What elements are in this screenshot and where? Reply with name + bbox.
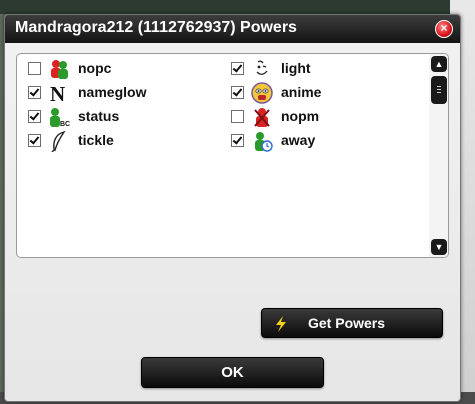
- power-item-anime[interactable]: anime: [231, 82, 431, 104]
- dialog-titlebar: Mandragora212 (1112762937) Powers ×: [5, 15, 460, 43]
- anime-face-icon: [251, 82, 273, 104]
- user-abc-icon: BC: [50, 108, 70, 128]
- powers-list: nopc N nameglow BC status tickle light a…: [16, 53, 449, 258]
- blocked-user-icon: [254, 108, 270, 127]
- ok-label: OK: [221, 364, 244, 381]
- dialog-title: Mandragora212 (1112762937) Powers: [15, 19, 297, 36]
- power-checkbox-nopc[interactable]: [28, 62, 41, 75]
- close-icon: ×: [440, 21, 448, 35]
- power-item-away[interactable]: away: [231, 130, 431, 152]
- power-checkbox-away[interactable]: [231, 134, 244, 147]
- power-item-nameglow[interactable]: N nameglow: [28, 82, 228, 104]
- power-label-tickle: tickle: [78, 132, 114, 148]
- power-checkbox-light[interactable]: [231, 62, 244, 75]
- get-powers-label: Get Powers: [308, 315, 386, 331]
- power-label-light: light: [281, 60, 311, 76]
- winking-face-icon: [256, 60, 268, 75]
- power-item-tickle[interactable]: tickle: [28, 130, 228, 152]
- background-app-top: [0, 0, 475, 14]
- power-item-status[interactable]: BC status: [28, 106, 228, 128]
- user-clock-icon: [255, 132, 273, 152]
- power-label-status: status: [78, 108, 120, 124]
- power-checkbox-tickle[interactable]: [28, 134, 41, 147]
- power-label-away: away: [281, 132, 316, 148]
- power-label-anime: anime: [281, 84, 322, 100]
- get-powers-button[interactable]: Get Powers: [261, 308, 443, 338]
- scroll-down-button[interactable]: ▼: [431, 239, 447, 255]
- power-label-nopc: nopc: [78, 60, 112, 76]
- close-button[interactable]: ×: [435, 20, 453, 38]
- feather-icon: [51, 130, 66, 152]
- list-scrollbar[interactable]: ▲ ▼: [429, 54, 448, 257]
- power-label-nopm: nopm: [281, 108, 320, 124]
- power-label-nameglow: nameglow: [78, 84, 147, 100]
- scrollbar-thumb[interactable]: [431, 76, 447, 104]
- two-users-icon: [51, 60, 68, 79]
- lightning-bolt-icon: [276, 316, 286, 332]
- power-checkbox-anime[interactable]: [231, 86, 244, 99]
- letter-n-icon: N: [50, 82, 65, 104]
- powers-dialog: Mandragora212 (1112762937) Powers × nopc…: [4, 14, 461, 402]
- svg-text:BC: BC: [60, 121, 70, 128]
- power-checkbox-status[interactable]: [28, 110, 41, 123]
- power-item-nopm[interactable]: nopm: [231, 106, 431, 128]
- chevron-down-icon: ▼: [434, 242, 444, 252]
- chevron-up-icon: ▲: [434, 59, 444, 69]
- power-checkbox-nopm[interactable]: [231, 110, 244, 123]
- power-item-nopc[interactable]: nopc: [28, 58, 228, 80]
- svg-text:N: N: [50, 82, 65, 104]
- power-item-light[interactable]: light: [231, 58, 431, 80]
- ok-button[interactable]: OK: [141, 357, 324, 388]
- scroll-up-button[interactable]: ▲: [431, 56, 447, 72]
- power-checkbox-nameglow[interactable]: [28, 86, 41, 99]
